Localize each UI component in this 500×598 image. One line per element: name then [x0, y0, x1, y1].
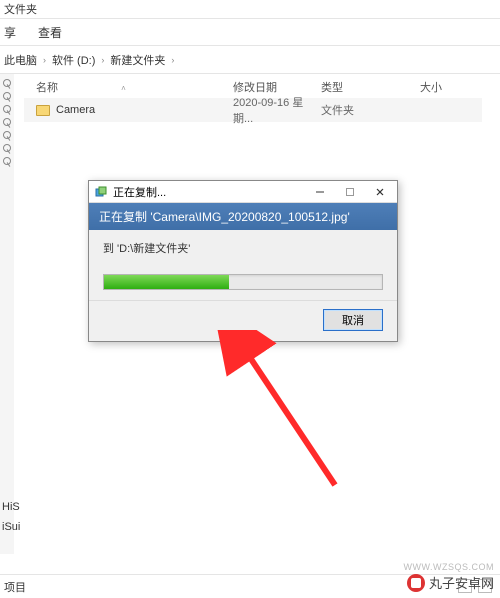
breadcrumb[interactable]: 此电脑 › 软件 (D:) › 新建文件夹 › [0, 46, 500, 74]
dialog-header-path: Camera\IMG_20200820_100512.jpg [153, 210, 348, 224]
sidebar-item[interactable]: iSui [0, 520, 24, 538]
sidebar-bottom: iSui [0, 520, 24, 538]
pin-icon [3, 92, 11, 100]
progress-fill [104, 275, 229, 289]
dialog-header-suffix: ' [347, 210, 349, 224]
dialog-dest-prefix: 到 ' [103, 243, 119, 255]
dialog-destination: 到 'D:\新建文件夹' [103, 240, 383, 256]
pin-icon [3, 79, 11, 87]
maximize-button[interactable] [335, 182, 365, 202]
copy-dialog: 正在复制... 正在复制 'Camera\IMG_20200820_100512… [88, 180, 398, 342]
pin-icon [3, 157, 11, 165]
pin-icon [3, 105, 11, 113]
chevron-right-icon: › [43, 55, 46, 65]
pin-icon [3, 118, 11, 126]
dialog-titlebar[interactable]: 正在复制... [89, 181, 397, 203]
list-item[interactable]: Camera 2020-09-16 星期... 文件夹 [24, 98, 482, 122]
minimize-button[interactable] [305, 182, 335, 202]
progress-bar [103, 274, 383, 290]
window-titlebar: 文件夹 [0, 0, 500, 19]
copy-icon [95, 186, 107, 198]
breadcrumb-item-drive[interactable]: 软件 (D:) [52, 52, 95, 68]
file-name: Camera [56, 104, 95, 116]
dialog-dest-suffix: ' [188, 243, 190, 255]
dialog-header-prefix: 正在复制 ' [99, 210, 153, 224]
dialog-title: 正在复制... [113, 184, 305, 200]
sidebar-bottom: HiS [0, 500, 24, 518]
dialog-dest-path: D:\新建文件夹 [119, 243, 188, 255]
column-header-type[interactable]: 类型 [321, 79, 420, 95]
cancel-button[interactable]: 取消 [323, 309, 383, 331]
menu-bar: 享 查看 [0, 19, 500, 46]
sort-asc-icon: ˄ [121, 84, 126, 93]
folder-icon [36, 105, 50, 116]
menu-share[interactable]: 享 [4, 24, 16, 41]
file-date: 2020-09-16 星期... [233, 94, 321, 126]
pin-icon [3, 144, 11, 152]
chevron-right-icon: › [171, 55, 174, 65]
chevron-right-icon: › [101, 55, 104, 65]
watermark-logo-icon [407, 574, 425, 592]
column-header-name[interactable]: 名称 ˄ [24, 79, 233, 95]
breadcrumb-item-thispc[interactable]: 此电脑 [4, 52, 37, 68]
quick-access-strip [0, 74, 14, 554]
pin-icon [3, 131, 11, 139]
status-text: 项目 [4, 579, 26, 595]
file-type: 文件夹 [321, 102, 420, 118]
sidebar-item[interactable]: HiS [0, 500, 24, 518]
watermark-url: WWW.WZSQS.COM [404, 562, 494, 572]
window-title: 文件夹 [4, 1, 37, 17]
column-header-size[interactable]: 大小 [420, 79, 480, 95]
watermark: 丸子安卓网 [407, 573, 494, 592]
column-header-date[interactable]: 修改日期 [233, 79, 321, 95]
dialog-header: 正在复制 'Camera\IMG_20200820_100512.jpg' [89, 203, 397, 230]
column-header-name-label: 名称 [36, 82, 58, 94]
breadcrumb-item-folder[interactable]: 新建文件夹 [110, 52, 165, 68]
watermark-text: 丸子安卓网 [429, 573, 494, 592]
menu-view[interactable]: 查看 [38, 24, 62, 41]
close-button[interactable] [365, 182, 395, 202]
